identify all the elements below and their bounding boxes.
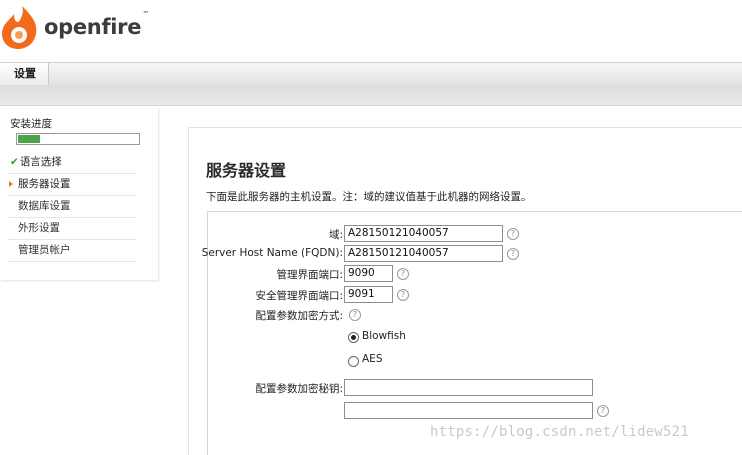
sidebar-item-server-settings[interactable]: 服务器设置 xyxy=(8,174,136,196)
watermark-text: https://blog.csdn.net/lidew521 xyxy=(430,424,689,440)
domain-label: 域: xyxy=(328,229,343,241)
fqdn-label: Server Host Name (FQDN): xyxy=(201,247,343,259)
top-tab-bar: 设置 xyxy=(0,62,742,86)
setup-progress-sidebar: 安装进度 ✔语言选择 服务器设置 数据库设置 外形设置 管理员帐户 xyxy=(0,107,158,280)
openfire-flame-logo-icon xyxy=(2,6,37,49)
help-circle-icon[interactable]: ? xyxy=(397,268,409,280)
sidebar-item-language[interactable]: ✔语言选择 xyxy=(8,152,136,174)
arrow-right-icon xyxy=(9,181,13,187)
blowfish-radio-label: Blowfish xyxy=(362,330,406,342)
aes-radio-label: AES xyxy=(362,353,383,365)
sidebar-item-admin-account[interactable]: 管理员帐户 xyxy=(8,240,136,262)
header: openfire™ xyxy=(0,0,742,62)
encryption-key-label: 配置参数加密秘钥: xyxy=(255,383,343,395)
page-title: 服务器设置 xyxy=(206,161,287,180)
sidebar-heading: 安装进度 xyxy=(10,118,52,130)
help-circle-icon[interactable]: ? xyxy=(597,405,609,417)
sidebar-item-profile[interactable]: 外形设置 xyxy=(8,218,136,240)
encryption-key-confirm-input[interactable] xyxy=(344,402,593,419)
server-settings-form: 域: ? Server Host Name (FQDN): ? 管理界面端口: … xyxy=(202,211,742,455)
secure-port-input[interactable] xyxy=(344,286,393,303)
admin-port-input[interactable] xyxy=(344,265,393,282)
sidebar-item-database[interactable]: 数据库设置 xyxy=(8,196,136,218)
help-circle-icon[interactable]: ? xyxy=(349,309,361,321)
admin-port-label: 管理界面端口: xyxy=(276,269,343,281)
setup-steps-list: ✔语言选择 服务器设置 数据库设置 外形设置 管理员帐户 xyxy=(8,152,136,262)
check-icon: ✔ xyxy=(10,156,19,168)
secure-port-label: 安全管理界面端口: xyxy=(255,290,343,302)
domain-input[interactable] xyxy=(344,225,503,242)
aes-radio[interactable] xyxy=(348,356,359,367)
progress-fill xyxy=(18,135,40,143)
help-circle-icon[interactable]: ? xyxy=(397,289,409,301)
encryption-label: 配置参数加密方式: xyxy=(255,310,343,322)
help-circle-icon[interactable]: ? xyxy=(507,228,519,240)
brand-name: openfire™ xyxy=(44,10,149,39)
encryption-key-input[interactable] xyxy=(344,379,593,396)
sub-nav-bar xyxy=(0,85,742,106)
help-circle-icon[interactable]: ? xyxy=(507,248,519,260)
setup-progress-bar xyxy=(16,133,140,145)
blowfish-radio[interactable] xyxy=(348,332,359,343)
fqdn-input[interactable] xyxy=(344,245,503,262)
page-description: 下面是此服务器的主机设置。注：域的建议值基于此机器的网络设置。 xyxy=(206,191,532,203)
tab-settings[interactable]: 设置 xyxy=(0,63,49,85)
